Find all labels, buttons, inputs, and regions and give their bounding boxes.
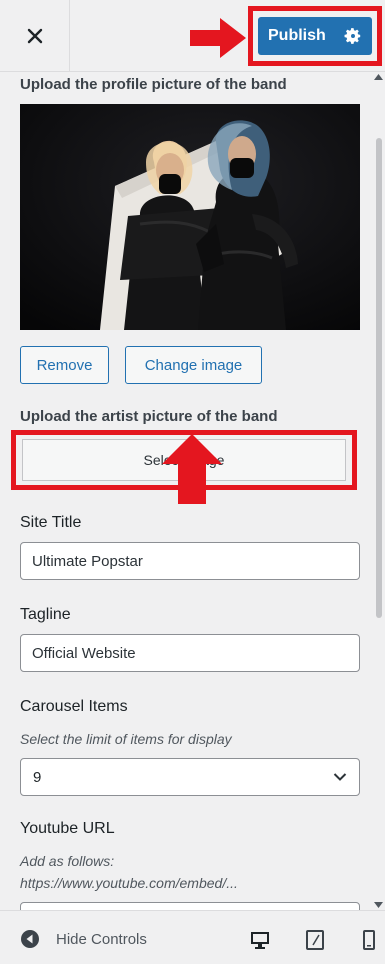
youtube-url-description-1: Add as follows:	[20, 853, 115, 869]
youtube-url-input[interactable]	[20, 902, 360, 910]
site-title-label: Site Title	[20, 514, 82, 531]
hide-controls-label: Hide Controls	[56, 930, 147, 948]
hide-controls-button[interactable]: Hide Controls	[20, 929, 147, 949]
customizer-footer: Hide Controls	[0, 910, 385, 964]
close-button[interactable]	[0, 0, 70, 72]
desktop-icon[interactable]	[249, 929, 271, 951]
youtube-url-label: Youtube URL	[20, 820, 115, 837]
gear-icon[interactable]	[344, 27, 362, 45]
publish-button[interactable]: Publish	[258, 17, 372, 55]
mobile-icon[interactable]	[358, 929, 380, 951]
publish-label: Publish	[268, 27, 326, 44]
profile-picture-label: Upload the profile picture of the band	[20, 76, 287, 93]
customizer-header: Publish	[0, 0, 385, 72]
scroll-up-icon[interactable]	[374, 74, 383, 80]
youtube-url-description-2: https://www.youtube.com/embed/...	[20, 875, 238, 891]
close-icon	[27, 28, 42, 44]
scroll-thumb[interactable]	[376, 138, 382, 618]
tagline-input[interactable]: Official Website	[20, 634, 360, 672]
profile-picture-preview	[20, 104, 360, 330]
tagline-label: Tagline	[20, 606, 71, 623]
carousel-items-value: 9	[33, 768, 42, 786]
tablet-icon[interactable]	[304, 929, 326, 951]
band-photo	[20, 104, 360, 330]
scroll-down-icon[interactable]	[374, 902, 383, 908]
chevron-down-icon	[333, 773, 347, 781]
site-title-input[interactable]: Ultimate Popstar	[20, 542, 360, 580]
panel-scrollbar[interactable]	[372, 72, 385, 910]
carousel-items-label: Carousel Items	[20, 698, 128, 715]
artist-picture-label: Upload the artist picture of the band	[20, 408, 278, 425]
collapse-icon	[21, 930, 39, 948]
annotation-arrow-right	[190, 18, 246, 58]
carousel-items-description: Select the limit of items for display	[20, 731, 232, 747]
change-image-button[interactable]: Change image	[125, 346, 262, 384]
annotation-arrow-up	[162, 434, 222, 504]
carousel-items-select[interactable]: 9	[20, 758, 360, 796]
remove-image-button[interactable]: Remove	[20, 346, 109, 384]
